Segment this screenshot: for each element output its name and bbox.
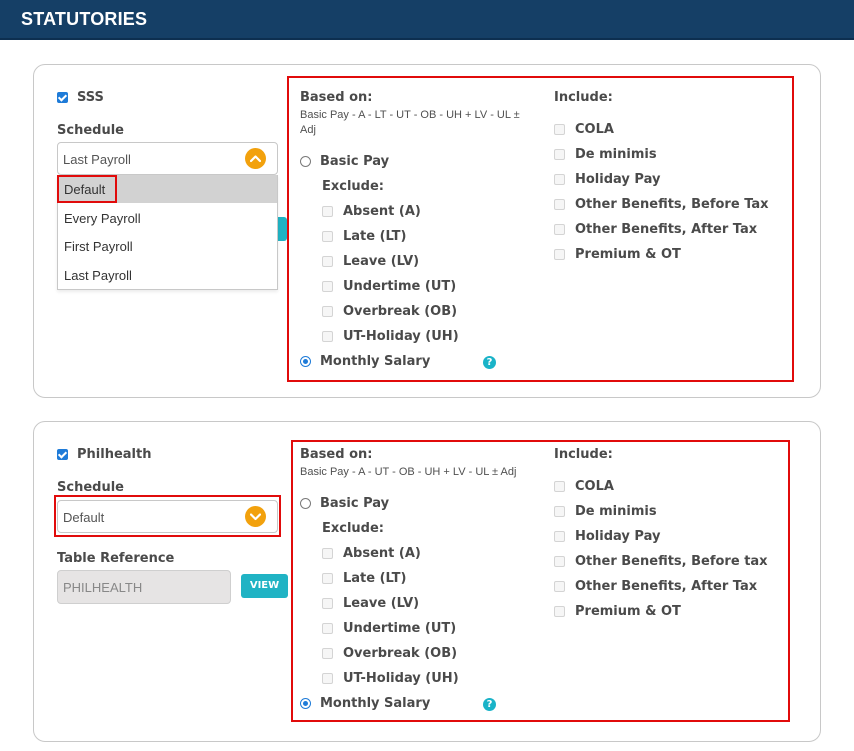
philhealth-include-label-other-after-tax: Other Benefits, After Tax	[575, 579, 758, 594]
sss-include-label-holiday-pay: Holiday Pay	[575, 172, 661, 187]
sss-exclude-checkbox-ut-holiday[interactable]	[322, 331, 333, 342]
philhealth-schedule-label: Schedule	[57, 480, 124, 495]
sss-schedule-label: Schedule	[57, 123, 124, 138]
sss-include-label-premium-ot: Premium & OT	[575, 247, 681, 262]
sss-exclude-checkbox-leave[interactable]	[322, 256, 333, 267]
sss-include-checkbox-other-before-tax[interactable]	[554, 199, 565, 210]
sss-exclude-label-absent: Absent (A)	[343, 204, 421, 219]
sss-include-label-de-minimis: De minimis	[575, 147, 657, 162]
sss-exclude-checkbox-undertime[interactable]	[322, 281, 333, 292]
philhealth-exclude-label-ut-holiday: UT-Holiday (UH)	[343, 671, 459, 686]
philhealth-monthly-salary-radio[interactable]	[300, 698, 311, 709]
chevron-up-icon[interactable]	[245, 148, 266, 169]
sss-formula-line2: Adj	[300, 124, 316, 136]
sss-monthly-salary-radio[interactable]	[300, 356, 311, 367]
philhealth-basic-pay-radio[interactable]	[300, 498, 311, 509]
table-reference-label: Table Reference	[57, 551, 175, 566]
sss-include-checkbox-other-after-tax[interactable]	[554, 224, 565, 235]
sss-include-checkbox-premium-ot[interactable]	[554, 249, 565, 260]
sss-basic-pay-label: Basic Pay	[320, 154, 390, 169]
philhealth-exclude-label-overbreak: Overbreak (OB)	[343, 646, 458, 661]
sss-exclude-checkbox-absent[interactable]	[322, 206, 333, 217]
philhealth-basic-pay-label: Basic Pay	[320, 496, 390, 511]
philhealth-include-label-cola: COLA	[575, 479, 614, 494]
philhealth-include-label-other-before-tax: Other Benefits, Before tax	[575, 554, 768, 569]
philhealth-exclude-label-late: Late (LT)	[343, 571, 407, 586]
sss-include-checkbox-cola[interactable]	[554, 124, 565, 135]
sss-schedule-value: Last Payroll	[63, 152, 131, 167]
sss-card: SSS Schedule Last Payroll Default Every …	[33, 64, 821, 398]
dropdown-option-first-payroll[interactable]: First Payroll	[58, 232, 277, 260]
sss-exclude-checkbox-overbreak[interactable]	[322, 306, 333, 317]
view-button[interactable]: VIEW	[241, 574, 288, 598]
philhealth-include-label-premium-ot: Premium & OT	[575, 604, 681, 619]
philhealth-exclude-checkbox-ut-holiday[interactable]	[322, 673, 333, 684]
philhealth-exclude-checkbox-leave[interactable]	[322, 598, 333, 609]
sss-monthly-salary-label: Monthly Salary	[320, 354, 431, 369]
philhealth-based-on-label: Based on:	[300, 447, 373, 462]
page-header: STATUTORIES	[0, 0, 854, 40]
sss-formula-line1: Basic Pay - A - LT - UT - OB - UH + LV -…	[300, 109, 520, 121]
sss-exclude-label-ut-holiday: UT-Holiday (UH)	[343, 329, 459, 344]
highlight-box-default-option	[57, 175, 117, 203]
philhealth-exclude-checkbox-absent[interactable]	[322, 548, 333, 559]
philhealth-schedule-highlight-box	[54, 495, 281, 537]
philhealth-exclude-label-absent: Absent (A)	[343, 546, 421, 561]
sss-based-on-label: Based on:	[300, 90, 373, 105]
philhealth-include-checkbox-cola[interactable]	[554, 481, 565, 492]
sss-schedule-select[interactable]: Last Payroll	[57, 142, 278, 175]
sss-include-label: Include:	[554, 90, 613, 105]
philhealth-include-checkbox-de-minimis[interactable]	[554, 506, 565, 517]
sss-exclude-label: Exclude:	[322, 179, 385, 194]
sss-enabled-checkbox[interactable]	[57, 92, 68, 103]
help-icon[interactable]: ?	[483, 698, 496, 711]
sss-basic-pay-radio[interactable]	[300, 156, 311, 167]
sss-include-label-other-after-tax: Other Benefits, After Tax	[575, 222, 758, 237]
sss-include-checkbox-holiday-pay[interactable]	[554, 174, 565, 185]
philhealth-include-checkbox-other-before-tax[interactable]	[554, 556, 565, 567]
philhealth-include-label-de-minimis: De minimis	[575, 504, 657, 519]
help-icon[interactable]: ?	[483, 356, 496, 369]
sss-include-label-other-before-tax: Other Benefits, Before Tax	[575, 197, 769, 212]
dropdown-option-last-payroll[interactable]: Last Payroll	[58, 261, 277, 289]
sss-exclude-checkbox-late[interactable]	[322, 231, 333, 242]
philhealth-include-label-holiday-pay: Holiday Pay	[575, 529, 661, 544]
sss-exclude-label-late: Late (LT)	[343, 229, 407, 244]
philhealth-exclude-checkbox-late[interactable]	[322, 573, 333, 584]
philhealth-card: Philhealth Schedule Default Table Refere…	[33, 421, 821, 742]
philhealth-exclude-checkbox-overbreak[interactable]	[322, 648, 333, 659]
philhealth-monthly-salary-label: Monthly Salary	[320, 696, 431, 711]
sss-exclude-label-leave: Leave (LV)	[343, 254, 420, 269]
sss-view-button-partial[interactable]	[278, 217, 287, 241]
philhealth-include-checkbox-holiday-pay[interactable]	[554, 531, 565, 542]
table-reference-input[interactable]: PHILHEALTH	[57, 570, 231, 604]
philhealth-include-checkbox-premium-ot[interactable]	[554, 606, 565, 617]
philhealth-include-checkbox-other-after-tax[interactable]	[554, 581, 565, 592]
philhealth-exclude-label: Exclude:	[322, 521, 385, 536]
philhealth-enabled-label: Philhealth	[77, 447, 152, 462]
page-title: STATUTORIES	[21, 9, 148, 29]
sss-enabled-label: SSS	[77, 90, 104, 105]
philhealth-formula: Basic Pay - A - UT - OB - UH + LV - UL ±…	[300, 466, 517, 478]
sss-include-label-cola: COLA	[575, 122, 614, 137]
sss-exclude-label-overbreak: Overbreak (OB)	[343, 304, 458, 319]
philhealth-exclude-label-undertime: Undertime (UT)	[343, 621, 457, 636]
philhealth-exclude-checkbox-undertime[interactable]	[322, 623, 333, 634]
philhealth-enabled-checkbox[interactable]	[57, 449, 68, 460]
sss-exclude-label-undertime: Undertime (UT)	[343, 279, 457, 294]
philhealth-include-label: Include:	[554, 447, 613, 462]
table-reference-value: PHILHEALTH	[63, 580, 143, 595]
dropdown-option-every-payroll[interactable]: Every Payroll	[58, 204, 277, 232]
philhealth-exclude-label-leave: Leave (LV)	[343, 596, 420, 611]
sss-include-checkbox-de-minimis[interactable]	[554, 149, 565, 160]
